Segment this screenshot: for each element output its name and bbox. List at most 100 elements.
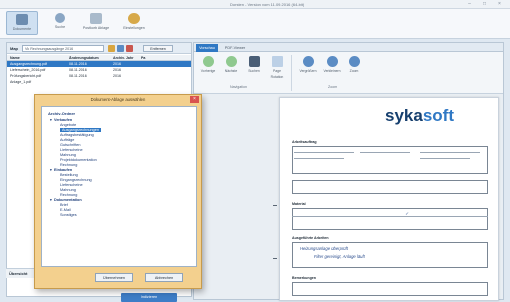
remove-button[interactable]: Entfernen — [143, 45, 173, 52]
next-button[interactable]: Nächste — [221, 56, 241, 74]
tab-pdf-viewer[interactable]: PDF-Viewer — [222, 44, 248, 52]
ribbon-search-button[interactable]: Suche — [44, 11, 76, 35]
cell-name: Anlage_1.pdf — [10, 80, 32, 84]
ribbon-inbox-label: Postkorb Ablage — [82, 26, 110, 30]
dialog-close-button[interactable]: × — [190, 96, 199, 103]
tree-item-label: Lieferscheine — [60, 183, 83, 187]
maximize-button[interactable]: □ — [480, 1, 489, 7]
ribbon-settings-button[interactable]: Einstellungen — [118, 11, 150, 35]
document-table: Name Änderungsdatum Archiv. Jahr Pa Ausg… — [7, 55, 191, 85]
tree-item-label: Brief — [60, 203, 68, 207]
page-marker — [273, 205, 277, 206]
doc-notes-box — [292, 282, 488, 296]
doc-line — [420, 158, 470, 159]
viewer-toolbar: Vorherige Nächste Suchen Page Rotation V… — [194, 52, 503, 94]
close-button[interactable]: × — [495, 1, 504, 7]
settings-icon — [128, 13, 140, 24]
company-logo: sykasoft — [385, 106, 454, 125]
previous-icon — [202, 56, 214, 67]
preview-tabs: Vorschau PDF-Viewer — [194, 43, 503, 52]
doc-handwriting: Filter gereinigt, Anlage läuft — [314, 254, 365, 259]
zoom-label: Zoom — [349, 69, 359, 73]
folder-icon[interactable] — [108, 45, 115, 52]
zoom-out-label: Verkleinern — [323, 69, 341, 73]
ribbon-search-label: Suche — [54, 25, 66, 29]
tree-item-label: Ausgangsrechnungen — [60, 128, 101, 132]
tree-item-label: Sonstiges — [60, 213, 77, 217]
ribbon-documents-label: Dokumente — [12, 27, 32, 31]
inbox-icon — [90, 13, 102, 24]
tree-item-label: Lieferscheine — [60, 148, 83, 152]
page-rotation-label: Page Rotation — [270, 69, 284, 79]
ribbon-documents-button[interactable]: Dokumente — [6, 11, 38, 35]
search-icon — [55, 13, 65, 23]
folder-tree-panel: Archiv-Ordner ▾ Verkaufen Angebote Ausgan… — [41, 106, 197, 267]
cancel-button[interactable]: Abbrechen — [145, 273, 183, 282]
tree-item-label: Eingangsrechnung — [60, 178, 92, 182]
tab-preview[interactable]: Vorschau — [196, 44, 218, 52]
ok-button[interactable]: Übernehmen — [95, 273, 133, 282]
tree-item-label: Bestellung — [60, 173, 78, 177]
doc-section-title: Bemerkungen — [292, 276, 316, 280]
doc-line — [360, 152, 410, 153]
doc-box — [292, 180, 488, 194]
doc-section-title: Arbeitsauftrag — [292, 140, 317, 144]
tree-item-label: Angebote — [60, 123, 77, 127]
toolbar-separator — [291, 55, 292, 91]
filter-label: Map — [10, 46, 18, 51]
window-controls: – □ × — [465, 1, 504, 7]
group-navigation-label: Navigation — [230, 85, 247, 89]
filter-bar: Map Vk Rechnungsausgänge 2016 Entfernen — [7, 43, 191, 54]
group-zoom-label: Zoom — [328, 85, 338, 89]
dialog-title: Dokument-Ablage auswählen — [90, 97, 146, 102]
index-button[interactable]: Indizieren — [121, 293, 177, 302]
tree-item-label: Auftragsbestätigung — [60, 133, 94, 137]
zoom-icon — [348, 56, 360, 67]
tree-item-label: Dokumentation — [54, 198, 82, 202]
doc-header-box — [292, 146, 488, 174]
ribbon-inbox-button[interactable]: Postkorb Ablage — [80, 11, 112, 35]
page-rotate-icon — [271, 56, 283, 67]
filter-select[interactable]: Vk Rechnungsausgänge 2016 — [22, 45, 104, 52]
zoom-button[interactable]: Zoom — [344, 56, 364, 74]
ribbon-settings-label: Einstellungen — [123, 26, 145, 30]
find-label: Suchen — [248, 69, 260, 73]
zoom-in-button[interactable]: Vergrößern — [298, 56, 318, 74]
tree-item-label: Mahnung — [60, 188, 76, 192]
tree-root[interactable]: Archiv-Ordner — [48, 111, 75, 116]
doc-material-table — [292, 208, 488, 230]
window-title: Dorsten - Version vom 11.09.2016 (64-bit… — [230, 2, 305, 7]
doc-line — [294, 152, 354, 153]
zoom-in-label: Vergrößern — [299, 69, 317, 73]
folder-select-dialog: Dokument-Ablage auswählen × Archiv-Ordne… — [34, 94, 202, 289]
ribbon: Dokumente Suche Postkorb Ablage Einstell… — [0, 9, 510, 39]
tree-item-label: Gutschriften — [60, 143, 81, 147]
edit-icon[interactable] — [117, 45, 124, 52]
title-bar: Dorsten - Version vom 11.09.2016 (64-bit… — [0, 0, 510, 9]
find-button[interactable]: Suchen — [244, 56, 264, 74]
tree-item-label: Verkaufen — [54, 118, 73, 122]
preview-pane: Vorschau PDF-Viewer Vorherige Nächste Su… — [193, 42, 504, 301]
delete-icon[interactable] — [126, 45, 133, 52]
doc-line — [294, 158, 344, 159]
previous-button[interactable]: Vorherige — [198, 56, 218, 74]
doc-section-title: Material — [292, 202, 306, 206]
documents-icon — [16, 14, 28, 25]
previous-label: Vorherige — [200, 69, 216, 73]
doc-handwriting: Heizungsanlage überprüft — [300, 246, 348, 251]
document-preview[interactable]: sykasoft Arbeitsauftrag Material ✓ Ausge… — [279, 97, 499, 301]
table-row[interactable]: Anlage_1.pdf — [7, 79, 191, 85]
tree-item[interactable]: Sonstiges — [48, 213, 101, 218]
tree-item-label: Aufträge — [60, 138, 75, 142]
minimize-button[interactable]: – — [465, 1, 474, 7]
next-label: Nächste — [224, 69, 238, 73]
tree-item-label: E-Mail — [60, 208, 71, 212]
tree-item-label: Rechnung — [60, 193, 78, 197]
zoom-out-button[interactable]: Verkleinern — [322, 56, 342, 74]
doc-line — [420, 152, 480, 153]
binoculars-icon — [248, 56, 260, 67]
doc-section-title: Ausgeführte Arbeiten — [292, 236, 329, 240]
tree-item-label: Rechnung — [60, 163, 78, 167]
next-icon — [225, 56, 237, 67]
page-rotation-button[interactable]: Page Rotation — [267, 56, 287, 80]
